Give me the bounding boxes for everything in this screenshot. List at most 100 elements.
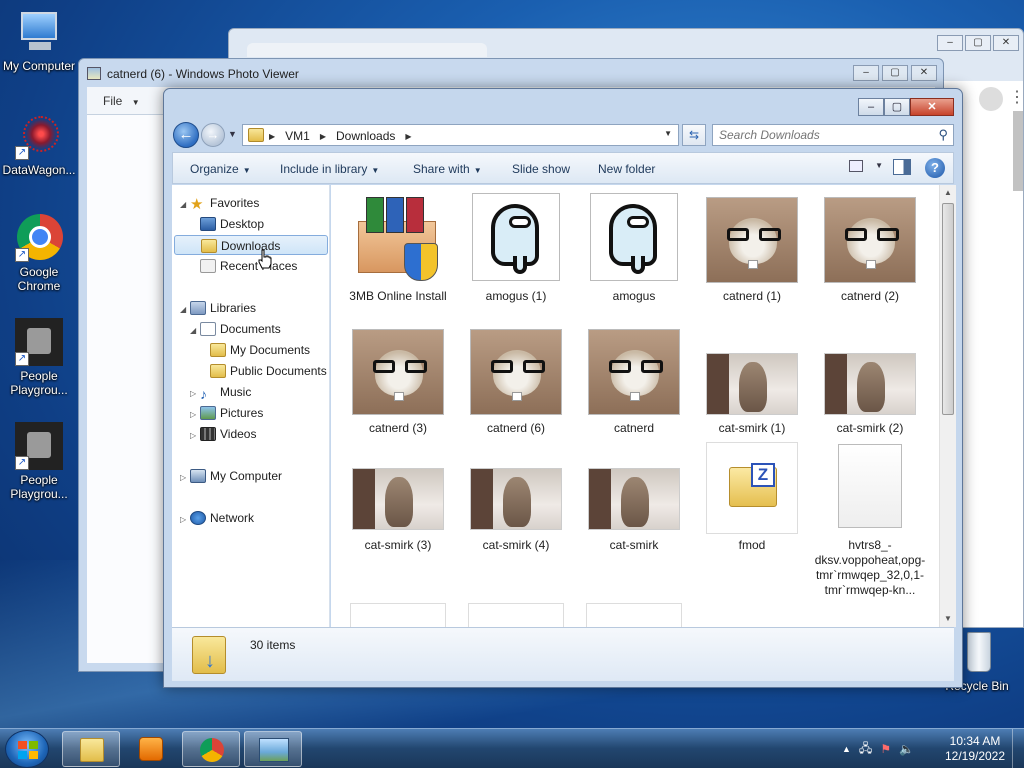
browser-scrollbar[interactable] — [1013, 111, 1023, 191]
explorer-window[interactable]: – ▢ ✕ ← → ▼ ▶ VM1 ▶ Downloads ▶ ▼ ⇆ ⚲ Or… — [163, 88, 963, 688]
nav-videos[interactable]: ▷ Videos — [190, 424, 256, 444]
share-with-button[interactable]: Share with ▼ — [413, 162, 482, 176]
expand-arrow-icon[interactable]: ▷ — [180, 510, 190, 530]
file-name: catnerd (1) — [722, 289, 782, 303]
file-item[interactable]: 3MB Online Install — [342, 193, 454, 304]
file-item[interactable]: Z fmod — [696, 442, 808, 553]
close-button[interactable]: ✕ — [910, 98, 954, 116]
scroll-up-icon[interactable]: ▲ — [940, 185, 956, 201]
nav-network[interactable]: ▷ Network — [180, 508, 254, 528]
expand-arrow-icon[interactable]: ▷ — [190, 426, 200, 446]
menu-dots-icon[interactable]: ⋮ — [1009, 87, 1024, 107]
nav-downloads[interactable]: Downloads — [174, 235, 328, 255]
file-item[interactable]: cat-smirk — [578, 442, 690, 553]
scrollbar-thumb[interactable] — [942, 203, 954, 415]
collapse-arrow-icon[interactable]: ◢ — [190, 321, 200, 341]
network-tray-icon[interactable]: 🖧 — [859, 739, 872, 760]
search-input[interactable] — [719, 128, 929, 142]
include-in-library-button[interactable]: Include in library ▼ — [280, 162, 379, 176]
file-menu[interactable]: File ▼ — [103, 94, 140, 108]
back-button[interactable]: ← — [173, 122, 199, 148]
chevron-down-icon: ▼ — [473, 166, 482, 175]
desktop-icon-people-playground-1[interactable]: ↗ People Playgrou... — [0, 318, 78, 397]
chevron-right-icon[interactable]: ▶ — [405, 132, 411, 141]
nav-public-documents[interactable]: Public Documents — [210, 361, 327, 381]
file-item[interactable]: catnerd (3) — [342, 325, 454, 436]
vertical-scrollbar[interactable]: ▲ ▼ — [939, 185, 956, 627]
minimize-button[interactable]: – — [858, 98, 884, 116]
forward-button[interactable]: → — [201, 123, 225, 147]
file-item[interactable]: cat-smirk (2) — [814, 325, 926, 436]
file-item[interactable]: cat-smirk (4) — [460, 442, 572, 553]
search-box[interactable]: ⚲ — [712, 124, 954, 146]
file-item[interactable]: amogus (1) — [460, 193, 572, 304]
folder-icon — [210, 364, 226, 378]
desktop-icon-datawagon[interactable]: ↗ DataWagon... — [0, 112, 78, 177]
close-button[interactable]: ✕ — [911, 65, 937, 81]
new-folder-button[interactable]: New folder — [598, 162, 655, 176]
desktop-icon-my-computer[interactable]: My Computer — [0, 8, 78, 73]
desktop-icon-people-playground-2[interactable]: ↗ People Playgrou... — [0, 422, 78, 501]
file-item[interactable]: amogus — [578, 193, 690, 304]
minimize-button[interactable]: – — [853, 65, 879, 81]
recent-pages-dropdown[interactable]: ▼ — [228, 129, 237, 139]
taskbar-chrome[interactable] — [182, 731, 240, 767]
action-center-icon[interactable]: ⚑ — [880, 742, 891, 756]
help-icon[interactable]: ? — [925, 158, 945, 178]
file-item[interactable]: catnerd (2) — [814, 193, 926, 304]
nav-documents[interactable]: ◢ Documents — [190, 319, 281, 339]
minimize-button[interactable]: – — [937, 35, 963, 51]
nav-recent-places[interactable]: Recent Places — [200, 256, 297, 276]
expand-arrow-icon[interactable]: ▷ — [180, 468, 190, 488]
file-item[interactable]: catnerd (1) — [696, 193, 808, 304]
slide-show-button[interactable]: Slide show — [512, 162, 570, 176]
collapse-arrow-icon[interactable]: ◢ — [180, 195, 190, 215]
nav-music[interactable]: ▷ ♪ Music — [190, 382, 251, 402]
file-thumbnail-partial[interactable] — [350, 603, 446, 627]
refresh-button[interactable]: ⇆ — [682, 124, 706, 146]
maximize-button[interactable]: ▢ — [965, 35, 991, 51]
expand-arrow-icon[interactable]: ▷ — [190, 405, 200, 425]
organize-button[interactable]: Organize ▼ — [190, 162, 251, 176]
file-thumbnail-partial[interactable] — [586, 603, 682, 627]
file-item[interactable]: catnerd (6) — [460, 325, 572, 436]
maximize-button[interactable]: ▢ — [884, 98, 910, 116]
breadcrumb-item[interactable]: VM1 — [285, 129, 310, 143]
chevron-right-icon[interactable]: ▶ — [269, 132, 275, 141]
nav-libraries[interactable]: ◢ Libraries — [180, 298, 256, 318]
file-item[interactable]: catnerd — [578, 325, 690, 436]
file-item[interactable]: cat-smirk (3) — [342, 442, 454, 553]
nav-favorites[interactable]: ◢ ★ Favorites — [180, 193, 259, 213]
profile-avatar-icon[interactable] — [979, 87, 1003, 111]
nav-my-documents[interactable]: My Documents — [210, 340, 310, 360]
change-view-icon[interactable] — [849, 160, 863, 172]
expand-arrow-icon[interactable]: ▷ — [190, 384, 200, 404]
address-dropdown[interactable]: ▼ — [664, 129, 672, 138]
maximize-button[interactable]: ▢ — [882, 65, 908, 81]
breadcrumb-item[interactable]: Downloads — [336, 129, 395, 143]
file-thumbnail-partial[interactable] — [468, 603, 564, 627]
scroll-down-icon[interactable]: ▼ — [940, 611, 956, 627]
show-hidden-icons-icon[interactable]: ▲ — [842, 744, 851, 754]
nav-desktop[interactable]: Desktop — [200, 214, 264, 234]
close-button[interactable]: ✕ — [993, 35, 1019, 51]
taskbar-explorer[interactable] — [62, 731, 120, 767]
taskbar-photo-viewer[interactable] — [244, 731, 302, 767]
file-item[interactable]: hvtrs8_-dksv.voppoheat,opg-tmr`rmwqep_32… — [814, 442, 926, 598]
show-desktop-button[interactable] — [1012, 729, 1024, 768]
collapse-arrow-icon[interactable]: ◢ — [180, 300, 190, 320]
chevron-right-icon[interactable]: ▶ — [320, 132, 326, 141]
file-item[interactable]: cat-smirk (1) — [696, 325, 808, 436]
volume-icon[interactable]: 🔈 — [899, 742, 914, 756]
taskbar-media-player[interactable] — [122, 731, 180, 767]
address-bar[interactable]: ▶ VM1 ▶ Downloads ▶ ▼ — [242, 124, 679, 146]
view-options-dropdown[interactable]: ▼ — [875, 161, 883, 170]
start-button[interactable] — [5, 730, 49, 768]
nav-pictures[interactable]: ▷ Pictures — [190, 403, 263, 423]
nav-my-computer[interactable]: ▷ My Computer — [180, 466, 282, 486]
preview-pane-icon[interactable] — [893, 159, 911, 175]
desktop-icon-google-chrome[interactable]: ↗ Google Chrome — [0, 214, 78, 293]
nav-label: Pictures — [220, 406, 264, 420]
clock[interactable]: 10:34 AM 12/19/2022 — [940, 734, 1010, 764]
search-icon[interactable]: ⚲ — [938, 127, 948, 143]
